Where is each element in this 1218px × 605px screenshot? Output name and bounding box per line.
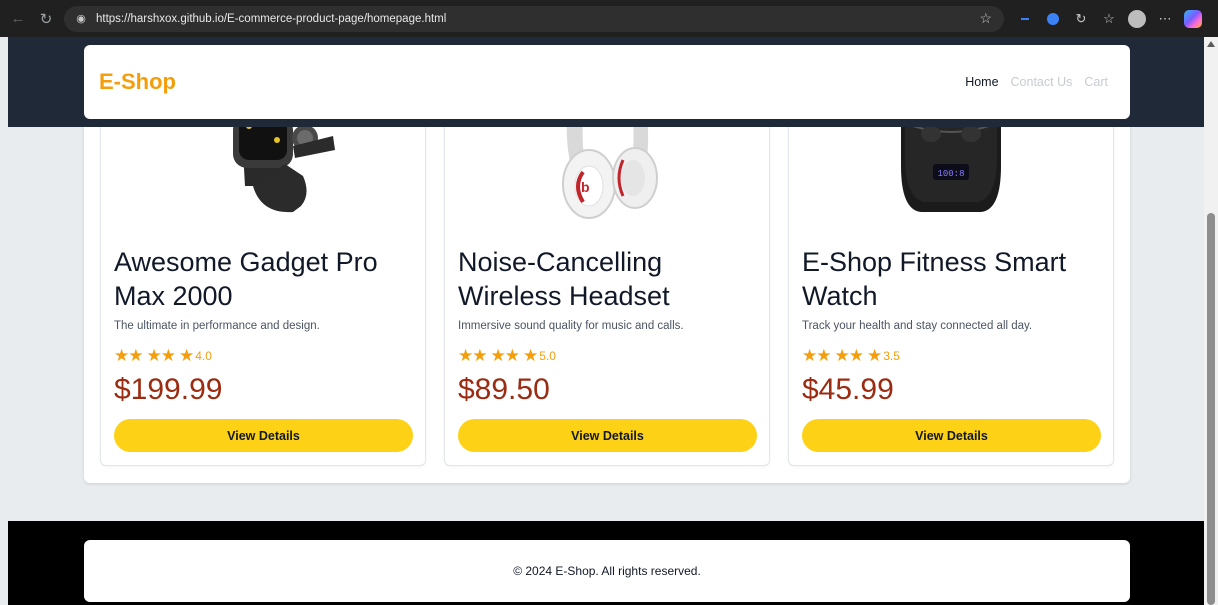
nav-links: Home Contact Us Cart (965, 75, 1108, 89)
product-section: Awesome Gadget Pro Max 2000 The ultimate… (84, 115, 1130, 483)
scroll-up-arrow-icon[interactable] (1207, 41, 1215, 47)
product-description: Immersive sound quality for music and ca… (458, 320, 684, 332)
product-title: Noise-Cancelling Wireless Headset (458, 247, 670, 311)
product-price: $45.99 (802, 373, 894, 406)
rating-value: 3.5 (883, 349, 900, 363)
product-description: The ultimate in performance and design. (114, 320, 320, 332)
nav-link-contact-us[interactable]: Contact Us (1011, 75, 1073, 89)
browser-toolbar: ← ↻ ◉ https://harshxox.github.io/E-comme… (0, 0, 1218, 37)
view-details-button[interactable]: View Details (802, 419, 1101, 452)
star-icon: ★★ (490, 346, 520, 365)
favorites-icon[interactable]: ☆ (1100, 10, 1118, 28)
nav-link-home[interactable]: Home (965, 75, 998, 89)
page-scrollbar[interactable] (1204, 37, 1218, 605)
product-price: $199.99 (114, 373, 223, 406)
svg-text:b: b (581, 179, 590, 195)
star-icon: ★★ (802, 346, 832, 365)
product-card: Awesome Gadget Pro Max 2000 The ultimate… (100, 115, 426, 466)
product-title: Awesome Gadget Pro Max 2000 (114, 247, 378, 311)
product-rating: ★★ ★★ ★ 5.0 (458, 346, 556, 365)
product-rating: ★★ ★★ ★ 3.5 (802, 346, 900, 365)
product-image[interactable] (101, 116, 425, 238)
headphones-icon: b (562, 116, 658, 219)
star-icon: ★ (522, 346, 538, 365)
product-title: E-Shop Fitness Smart Watch (802, 247, 1067, 311)
product-image[interactable]: b (445, 116, 769, 238)
navbar: E-Shop Home Contact Us Cart (84, 45, 1130, 119)
page-viewport: Awesome Gadget Pro Max 2000 The ultimate… (8, 37, 1204, 605)
star-icon: ★★ (458, 346, 488, 365)
footer-card: © 2024 E-Shop. All rights reserved. (84, 540, 1130, 602)
favorite-star-icon[interactable]: ☆ (979, 10, 992, 27)
reload-icon[interactable]: ↻ (36, 9, 56, 29)
scrollbar-thumb[interactable] (1207, 213, 1215, 605)
earbuds-case-icon: 100:8 (901, 116, 1001, 212)
nav-link-cart[interactable]: Cart (1084, 75, 1108, 89)
rating-value: 5.0 (539, 349, 556, 363)
smartwatch-icon (233, 116, 335, 213)
view-details-button[interactable]: View Details (114, 419, 413, 452)
product-card: 100:8 E-Shop Fitness Smart Watch Track y… (788, 115, 1114, 466)
star-icon: ★★ (834, 346, 864, 365)
extension-icon[interactable] (1044, 10, 1062, 28)
star-icon: ★★ (146, 346, 176, 365)
copilot-icon[interactable] (1184, 9, 1202, 28)
view-details-button[interactable]: View Details (458, 419, 757, 452)
browser-tools: ↻ ☆ ⋯ (1016, 9, 1202, 28)
brand-logo[interactable]: E-Shop (99, 69, 176, 95)
back-arrow-icon[interactable]: ← (8, 9, 28, 29)
product-card: b Noise-Cancelling Wireless Headset Imme… (444, 115, 770, 466)
product-image[interactable]: 100:8 (789, 116, 1113, 238)
star-icon: ★ (866, 346, 882, 365)
footer-copyright: © 2024 E-Shop. All rights reserved. (513, 564, 701, 578)
extension-indicator-icon[interactable] (1016, 10, 1034, 28)
product-description: Track your health and stay connected all… (802, 320, 1033, 332)
star-icon: ★ (178, 346, 194, 365)
rating-value: 4.0 (195, 349, 212, 363)
product-price: $89.50 (458, 373, 550, 406)
profile-avatar-icon[interactable] (1128, 9, 1146, 28)
product-rating: ★★ ★★ ★ 4.0 (114, 346, 212, 365)
url-text: https://harshxox.github.io/E-commerce-pr… (96, 12, 447, 25)
address-bar[interactable]: ◉ https://harshxox.github.io/E-commerce-… (64, 5, 1004, 32)
star-icon: ★★ (114, 346, 144, 365)
lock-icon: ◉ (76, 13, 86, 25)
more-menu-icon[interactable]: ⋯ (1156, 10, 1174, 28)
svg-text:100:8: 100:8 (937, 169, 964, 179)
refresh-extension-icon[interactable]: ↻ (1072, 10, 1090, 28)
